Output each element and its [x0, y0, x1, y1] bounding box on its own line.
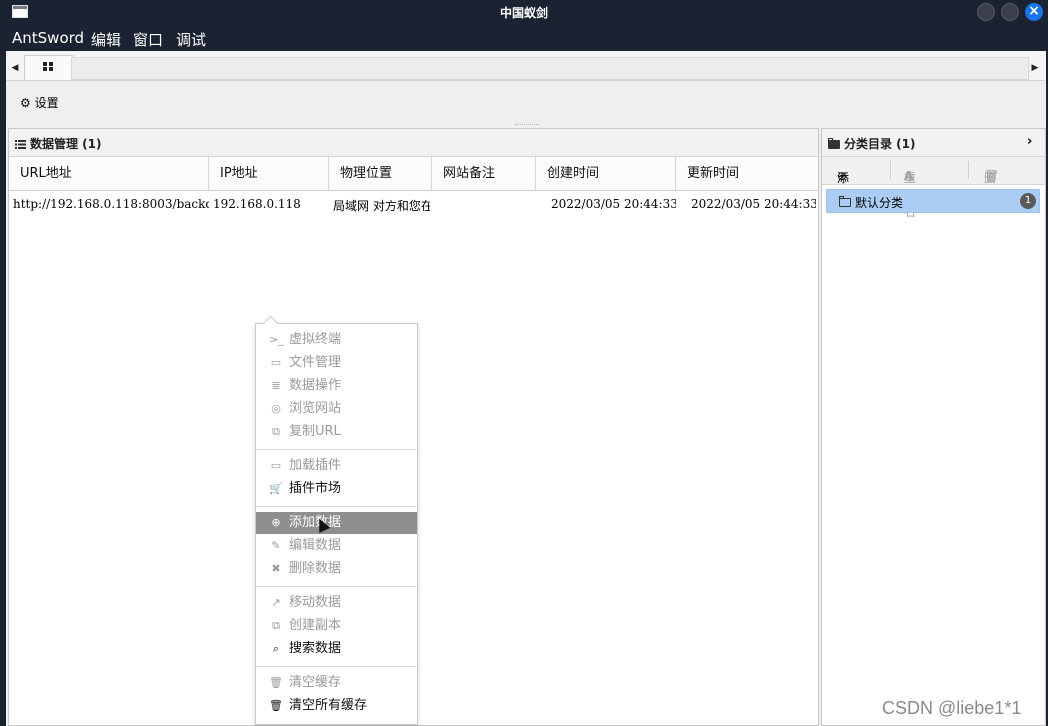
category-toolbar: ⊕ 添加 A 重命名 🗑 删除 [822, 157, 1045, 219]
menu-item-clear-all-cache[interactable]: 🗑 清空所有缓存 [256, 695, 417, 717]
category-item-default[interactable]: 默认分类 1 [826, 189, 1040, 213]
menu-item-virtual-terminal[interactable]: >_ 虚拟终端 [256, 329, 417, 351]
cell-ip: 192.168.0.118 [213, 197, 301, 211]
category-title: 分类目录 (1) [844, 137, 916, 151]
plus-circle-icon: ⊕ [271, 516, 281, 529]
column-header-created[interactable]: 创建时间 [536, 157, 676, 190]
table-row[interactable]: http://192.168.0.118:8003/backdoor.a 192… [9, 191, 818, 215]
menu-item-browse-site[interactable]: ◎ 浏览网站 [256, 398, 417, 420]
column-header-note[interactable]: 网站备注 [432, 157, 536, 190]
cell-created: 2022/03/05 20:44:33 [551, 197, 676, 211]
column-header-url[interactable]: URL地址 [9, 157, 209, 190]
settings-button[interactable]: ⚙ 设置 [20, 94, 59, 111]
close-icon: × [1028, 3, 1040, 19]
gear-icon: ⚙ [20, 96, 31, 110]
main-client-area: ◀ ▶ ⚙ 设置 数据管理 (1) URL地址 IP地址 物理位置 网站备注 创… [6, 51, 1046, 726]
menu-item-copy-url[interactable]: ⧉ 复制URL [256, 421, 417, 443]
trash-icon: 🗑 [269, 676, 283, 689]
menu-item-move-data[interactable]: ↗ 移动数据 [256, 592, 417, 614]
category-item-label: 默认分类 [855, 196, 904, 210]
menu-separator [256, 449, 417, 450]
settings-label: 设置 [34, 96, 59, 110]
folder-icon: ▭ [270, 459, 282, 472]
table-header: URL地址 IP地址 物理位置 网站备注 创建时间 更新时间 [9, 157, 818, 191]
column-header-ip[interactable]: IP地址 [209, 157, 329, 190]
menu-separator [256, 666, 417, 667]
close-button[interactable]: × [1025, 3, 1043, 21]
cell-updated: 2022/03/05 20:44:33 [691, 197, 816, 211]
database-icon: ≣ [271, 379, 281, 392]
title-bar: 中国蚁剑 × [0, 0, 1048, 24]
minimize-button[interactable] [977, 3, 995, 21]
main-toolbar: ⚙ 设置 [6, 81, 1046, 123]
tab-strip [71, 57, 1029, 80]
menu-separator [256, 586, 417, 587]
x-icon: ✖ [271, 562, 281, 575]
menu-item-clear-cache[interactable]: 🗑 清空缓存 [256, 672, 417, 694]
share-icon: ↗ [271, 596, 281, 609]
menu-item-search-data[interactable]: ⌕ 搜索数据 [256, 638, 417, 660]
copy-icon: ⧉ [272, 425, 280, 438]
tab-bar: ◀ ▶ [6, 52, 1045, 81]
folder-icon: ▭ [270, 356, 282, 369]
tab-scroll-right-button[interactable]: ▶ [1029, 58, 1041, 78]
cell-url: http://192.168.0.118:8003/backdoor.a [13, 197, 209, 211]
cart-icon: 🛒 [269, 482, 283, 495]
menu-item-file-manager[interactable]: ▭ 文件管理 [256, 352, 417, 374]
menu-item-plugin-market[interactable]: 🛒 插件市场 [256, 478, 417, 500]
menu-antsword[interactable]: AntSword [12, 29, 84, 47]
menu-item-add-data[interactable]: ⊕ 添加数据 [256, 512, 417, 534]
column-header-location[interactable]: 物理位置 [329, 157, 432, 190]
maximize-button[interactable] [1001, 3, 1019, 21]
category-header: 分类目录 (1) › [822, 129, 1045, 157]
window-title: 中国蚁剑 [499, 6, 548, 20]
copy-icon: ⧉ [272, 619, 280, 632]
menu-item-delete-data[interactable]: ✖ 删除数据 [256, 558, 417, 580]
menu-edit[interactable]: 编辑 [91, 29, 121, 50]
list-icon [15, 140, 26, 149]
menu-bar: AntSword 编辑 窗口 调试 [0, 24, 1048, 51]
menu-debug[interactable]: 调试 [176, 29, 206, 50]
menu-separator [256, 506, 417, 507]
chrome-icon: ◎ [271, 402, 281, 415]
data-manager-title: 数据管理 (1) [30, 137, 102, 151]
menu-window[interactable]: 窗口 [133, 29, 163, 50]
tab-scroll-left-button[interactable]: ◀ [9, 58, 21, 78]
count-badge: 1 [1020, 193, 1036, 209]
cell-location: 局域网 对方和您在 [333, 199, 430, 213]
folder-icon [828, 138, 840, 149]
collapse-chevron-icon[interactable]: › [1027, 134, 1032, 149]
menu-item-database[interactable]: ≣ 数据操作 [256, 375, 417, 397]
menu-item-edit-data[interactable]: ✎ 编辑数据 [256, 535, 417, 557]
terminal-icon: >_ [269, 333, 284, 346]
menu-item-load-plugin[interactable]: ▭ 加载插件 [256, 455, 417, 477]
context-menu: >_ 虚拟终端 ▭ 文件管理 ≣ 数据操作 ◎ 浏览网站 ⧉ 复制URL ▭ 加载插件 🛒 插… [255, 323, 418, 725]
splitter-grip[interactable] [515, 124, 539, 127]
menu-item-create-copy[interactable]: ⧉ 创建副本 [256, 615, 417, 637]
data-manager-header: 数据管理 (1) [9, 129, 818, 157]
folder-icon [839, 196, 851, 207]
tab-home[interactable] [24, 55, 73, 80]
category-panel: 分类目录 (1) › ⊕ 添加 A 重命名 🗑 删除 默认分类 1 [821, 128, 1046, 726]
trash-icon: 🗑 [269, 699, 283, 712]
column-header-updated[interactable]: 更新时间 [676, 157, 818, 190]
search-icon: ⌕ [272, 642, 280, 655]
watermark: CSDN @liebe1*1 [882, 698, 1022, 718]
edit-icon: ✎ [271, 539, 281, 552]
grid-icon [43, 62, 54, 72]
